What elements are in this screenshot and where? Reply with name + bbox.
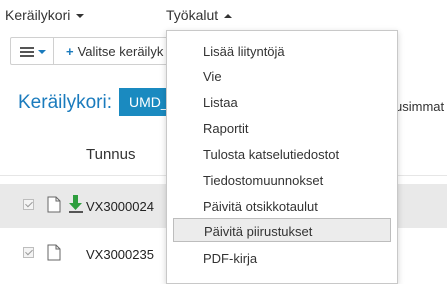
toolbar-menu-button[interactable] xyxy=(10,37,54,65)
select-basket-button[interactable]: + Valitse keräilyk xyxy=(54,37,184,65)
checkbox-icon[interactable] xyxy=(23,247,34,258)
menu-item-add-links[interactable]: Lisää liityntöjä xyxy=(173,39,391,63)
menu-item-update-drawings[interactable]: Päivitä piirustukset xyxy=(173,218,391,242)
menu-item-print-view-files[interactable]: Tulosta katselutiedostot xyxy=(173,142,391,166)
tools-dropdown-menu: Lisää liityntöjä Vie Listaa Raportit Tul… xyxy=(166,30,398,284)
menu-item-update-title-blocks[interactable]: Päivitä otsikkotaulut xyxy=(173,194,391,218)
menu-item-list[interactable]: Listaa xyxy=(173,90,391,114)
menu-item-file-conversions[interactable]: Tiedostomuunnokset xyxy=(173,168,391,192)
menu-tyokalut[interactable]: Työkalut xyxy=(166,7,233,23)
hamburger-icon xyxy=(20,47,34,57)
row-id: VX3000024 xyxy=(86,199,154,214)
select-basket-label: Valitse keräilyk xyxy=(77,44,164,59)
row-id: VX3000235 xyxy=(86,247,154,262)
menu-item-reports[interactable]: Raportit xyxy=(173,116,391,140)
title-right-text: usimmat xyxy=(395,99,445,114)
download-arrow-icon xyxy=(69,195,83,213)
document-icon xyxy=(47,196,61,213)
page-title: Keräilykori: xyxy=(18,92,112,113)
chevron-down-icon xyxy=(76,14,85,19)
menu-item-pdf-book[interactable]: PDF-kirja xyxy=(173,246,391,270)
menu-item-export[interactable]: Vie xyxy=(173,64,391,88)
plus-icon: + xyxy=(66,44,74,59)
document-icon xyxy=(47,244,61,261)
chevron-down-icon xyxy=(38,50,46,54)
column-header-tunnus[interactable]: Tunnus xyxy=(86,146,135,163)
chevron-up-icon xyxy=(224,14,233,19)
menu-tyokalut-label: Työkalut xyxy=(166,7,219,23)
checkbox-icon[interactable] xyxy=(23,199,34,210)
menu-kerailykori[interactable]: Keräilykori xyxy=(5,7,85,23)
menubar: Keräilykori Työkalut xyxy=(0,0,447,30)
menu-kerailykori-label: Keräilykori xyxy=(5,7,71,23)
